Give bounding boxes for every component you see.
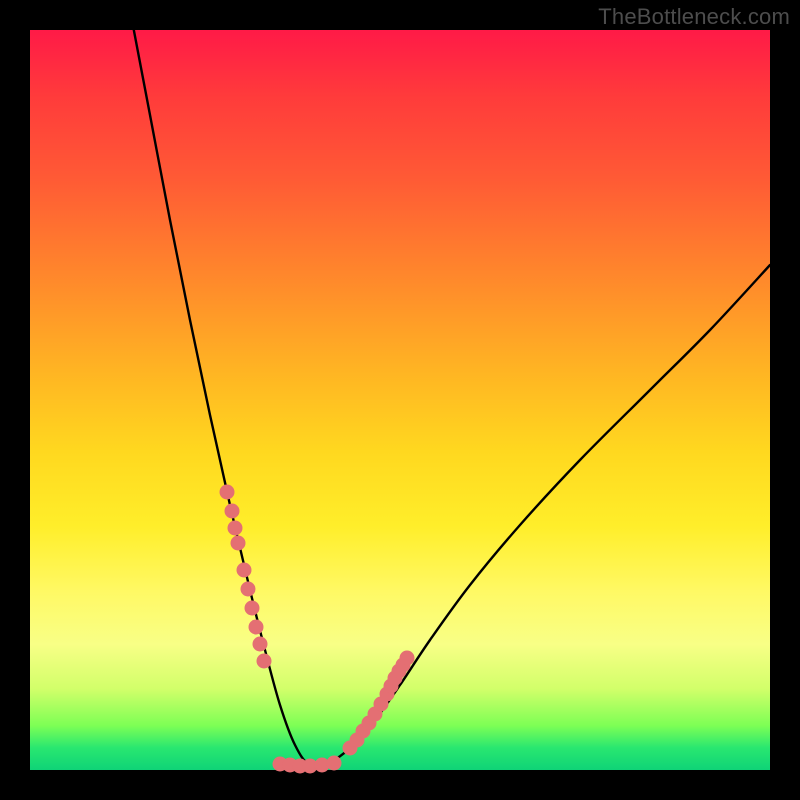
data-marker [220,485,235,500]
data-marker [245,601,260,616]
data-marker [400,651,415,666]
watermark-text: TheBottleneck.com [598,4,790,30]
chart-frame: TheBottleneck.com [0,0,800,800]
data-marker [257,654,272,669]
data-marker [237,563,252,578]
curve-svg [30,30,770,770]
data-marker [228,521,243,536]
marker-group [220,485,415,774]
data-marker [241,582,256,597]
data-marker [327,756,342,771]
data-marker [231,536,246,551]
data-marker [225,504,240,519]
data-marker [253,637,268,652]
plot-area [30,30,770,770]
bottleneck-curve [130,10,770,766]
data-marker [249,620,264,635]
